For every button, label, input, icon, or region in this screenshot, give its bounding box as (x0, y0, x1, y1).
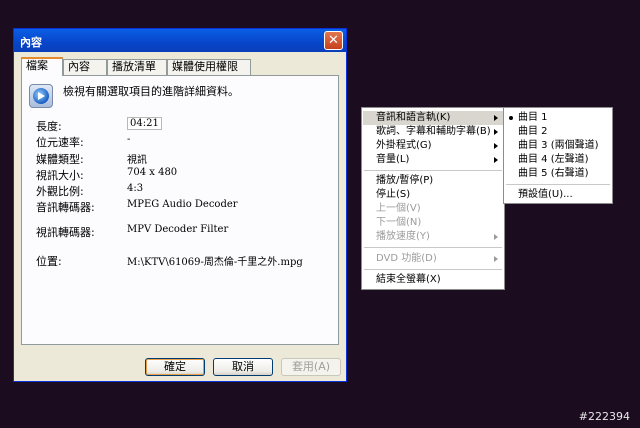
menu-item-label: 停止(S) (376, 189, 411, 200)
menu-item-label: 音訊和語言軌(K) (376, 112, 451, 123)
submenu-item-track-2[interactable]: 曲目 2 (505, 125, 611, 139)
length-value[interactable]: 04:21 (127, 117, 162, 130)
chevron-right-icon (494, 115, 498, 121)
menu-item-label: 下一個(N) (376, 217, 422, 228)
menu-item-label: DVD 功能(D) (376, 253, 437, 264)
panel-description: 檢視有關選取項目的進階詳細資料。 (63, 85, 239, 98)
watermark-text: #222394 (578, 410, 630, 423)
media-type-value: 視訊 (127, 155, 147, 166)
menu-item-label: 外掛程式(G) (376, 140, 432, 151)
menu-item-play-pause[interactable]: 播放/暫停(P) (363, 174, 503, 188)
video-size-value: 704 x 480 (127, 167, 178, 178)
dialog-title: 內容 (20, 36, 42, 49)
menu-separator (364, 247, 502, 248)
menu-item-dvd-features[interactable]: DVD 功能(D) (363, 252, 503, 266)
submenu-item-track-4[interactable]: 曲目 4 (左聲道) (505, 153, 611, 167)
apply-button[interactable]: 套用(A) (281, 358, 341, 376)
menu-separator (506, 184, 610, 185)
radio-bullet-icon (509, 116, 513, 120)
chevron-right-icon (494, 143, 498, 149)
close-icon[interactable]: ✕ (324, 31, 343, 50)
audio-codec-label: 音訊轉碼器: (36, 201, 95, 214)
menu-item-exit-fullscreen[interactable]: 結束全螢幕(X) (363, 273, 503, 287)
media-player-icon (29, 84, 53, 108)
menu-item-audio-language[interactable]: 音訊和語言軌(K) (363, 111, 503, 125)
menu-item-label: 上一個(V) (376, 203, 421, 214)
chevron-right-icon (494, 234, 498, 240)
menu-item-volume[interactable]: 音量(L) (363, 153, 503, 167)
menu-item-label: 音量(L) (376, 154, 410, 165)
submenu-item-track-3[interactable]: 曲目 3 (兩個聲道) (505, 139, 611, 153)
location-value: M:\KTV\61069-周杰倫-千里之外.mpg (127, 257, 303, 268)
submenu-item-label: 曲目 5 (右聲道) (518, 168, 589, 179)
video-size-label: 視訊大小: (36, 169, 84, 182)
submenu-item-default[interactable]: 預設值(U)... (505, 188, 611, 202)
submenu-item-label: 曲目 4 (左聲道) (518, 154, 589, 165)
submenu-item-label: 曲目 2 (518, 126, 548, 137)
bitrate-value: - (127, 134, 131, 145)
media-type-label: 媒體類型: (36, 153, 84, 166)
chevron-right-icon (494, 129, 498, 135)
submenu-item-label: 曲目 1 (518, 112, 548, 123)
tab-content[interactable]: 內容 (63, 59, 107, 75)
audio-track-submenu: 曲目 1 曲目 2 曲目 3 (兩個聲道) 曲目 4 (左聲道) 曲目 5 (右… (503, 107, 613, 204)
menu-item-plugins[interactable]: 外掛程式(G) (363, 139, 503, 153)
menu-item-stop[interactable]: 停止(S) (363, 188, 503, 202)
menu-item-label: 播放速度(Y) (376, 231, 430, 242)
tab-file[interactable]: 檔案 (21, 57, 63, 76)
tab-media-rights[interactable]: 媒體使用權限 (167, 59, 251, 75)
location-label: 位置: (36, 255, 62, 268)
ok-button[interactable]: 確定 (145, 358, 205, 376)
aspect-ratio-label: 外觀比例: (36, 185, 84, 198)
bitrate-label: 位元速率: (36, 136, 84, 149)
submenu-item-track-1[interactable]: 曲目 1 (505, 111, 611, 125)
chevron-right-icon (494, 157, 498, 163)
submenu-item-label: 預設值(U)... (518, 189, 573, 200)
file-tab-panel: 檢視有關選取項目的進階詳細資料。 長度: 04:21 位元速率: - 媒體類型:… (21, 75, 339, 345)
menu-separator (364, 170, 502, 171)
menu-item-label: 歌詞、字幕和輔助字幕(B) (376, 126, 491, 137)
menu-item-play-speed[interactable]: 播放速度(Y) (363, 230, 503, 244)
dialog-titlebar[interactable]: 內容 ✕ (14, 29, 346, 52)
menu-item-label: 播放/暫停(P) (376, 175, 434, 186)
cancel-button[interactable]: 取消 (213, 358, 273, 376)
video-codec-label: 視訊轉碼器: (36, 226, 95, 239)
menu-item-next[interactable]: 下一個(N) (363, 216, 503, 230)
audio-codec-value: MPEG Audio Decoder (127, 199, 238, 210)
aspect-ratio-value: 4:3 (127, 183, 144, 194)
tab-playlist[interactable]: 播放清單 (107, 59, 167, 75)
properties-dialog: 內容 ✕ 檔案 內容 播放清單 媒體使用權限 檢視有關選取項目的進階詳細資料。 … (13, 28, 347, 382)
context-menu: 音訊和語言軌(K) 歌詞、字幕和輔助字幕(B) 外掛程式(G) 音量(L) 播放… (361, 107, 505, 290)
length-label: 長度: (36, 120, 62, 133)
video-codec-value: MPV Decoder Filter (127, 224, 229, 235)
submenu-item-label: 曲目 3 (兩個聲道) (518, 140, 599, 151)
chevron-right-icon (494, 256, 498, 262)
menu-item-lyrics-subtitles[interactable]: 歌詞、字幕和輔助字幕(B) (363, 125, 503, 139)
menu-item-label: 結束全螢幕(X) (376, 274, 441, 285)
menu-item-previous[interactable]: 上一個(V) (363, 202, 503, 216)
submenu-item-track-5[interactable]: 曲目 5 (右聲道) (505, 167, 611, 181)
menu-separator (364, 269, 502, 270)
